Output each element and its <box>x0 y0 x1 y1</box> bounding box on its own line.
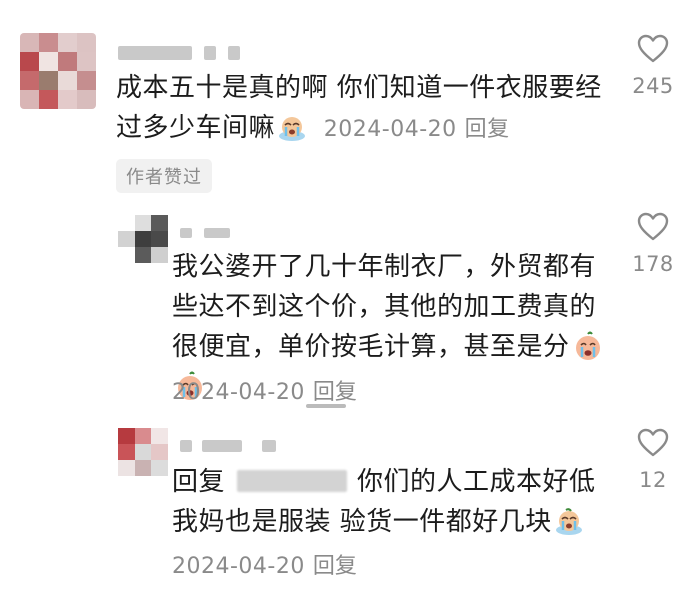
username-redacted <box>204 228 230 238</box>
like-count: 178 <box>632 252 674 276</box>
username-redacted <box>202 440 242 452</box>
avatar[interactable] <box>118 428 168 476</box>
comment-meta: 2024-04-20 回复 <box>172 374 357 406</box>
avatar[interactable] <box>118 215 168 263</box>
comment-meta: 2024-04-20 回复 <box>172 548 357 580</box>
comment-date: 2024-04-20 <box>323 117 457 142</box>
reply-button[interactable]: 回复 <box>313 554 357 579</box>
like-count: 245 <box>632 74 674 98</box>
crying-face-emoji-icon <box>575 331 600 360</box>
reply-button[interactable]: 回复 <box>313 380 357 405</box>
like-button[interactable]: 12 <box>618 428 688 492</box>
comment-date: 2024-04-20 <box>172 554 305 579</box>
heart-outline-icon[interactable] <box>637 428 669 458</box>
username-redacted <box>204 46 216 60</box>
comment-text: 成本五十是真的啊 你们知道一件衣服要经过多少车间嘛 2024-04-20 回复 <box>116 68 616 150</box>
username-redacted <box>228 46 240 60</box>
crying-emoji-icon <box>555 508 582 535</box>
author-liked-badge: 作者赞过 <box>116 159 212 193</box>
username-redacted[interactable] <box>180 440 192 452</box>
comment-date: 2024-04-20 <box>172 380 305 405</box>
comment-body: 你们的人工成本好低 我妈也是服装 验货一件都好几块 <box>172 467 596 537</box>
reply-button[interactable]: 回复 <box>465 117 510 142</box>
username-redacted <box>262 440 276 452</box>
username-redacted[interactable] <box>180 228 192 238</box>
heart-outline-icon[interactable] <box>637 34 669 64</box>
avatar[interactable] <box>20 33 96 109</box>
comment-body: 我公婆开了几十年制衣厂，外贸都有些达不到这个价，其他的加工费真的很便宜，单价按毛… <box>172 252 597 362</box>
like-button[interactable]: 178 <box>618 212 688 276</box>
like-button[interactable]: 245 <box>618 34 688 98</box>
like-count: 12 <box>639 468 667 492</box>
reply-prefix: 回复 <box>172 467 226 497</box>
mention-redacted[interactable] <box>237 470 348 492</box>
divider-artifact <box>306 404 346 408</box>
comment-text: 回复 你们的人工成本好低 我妈也是服装 验货一件都好几块 <box>172 462 612 542</box>
username-redacted[interactable] <box>118 46 192 60</box>
crying-emoji-icon <box>279 117 306 141</box>
heart-outline-icon[interactable] <box>637 212 669 242</box>
